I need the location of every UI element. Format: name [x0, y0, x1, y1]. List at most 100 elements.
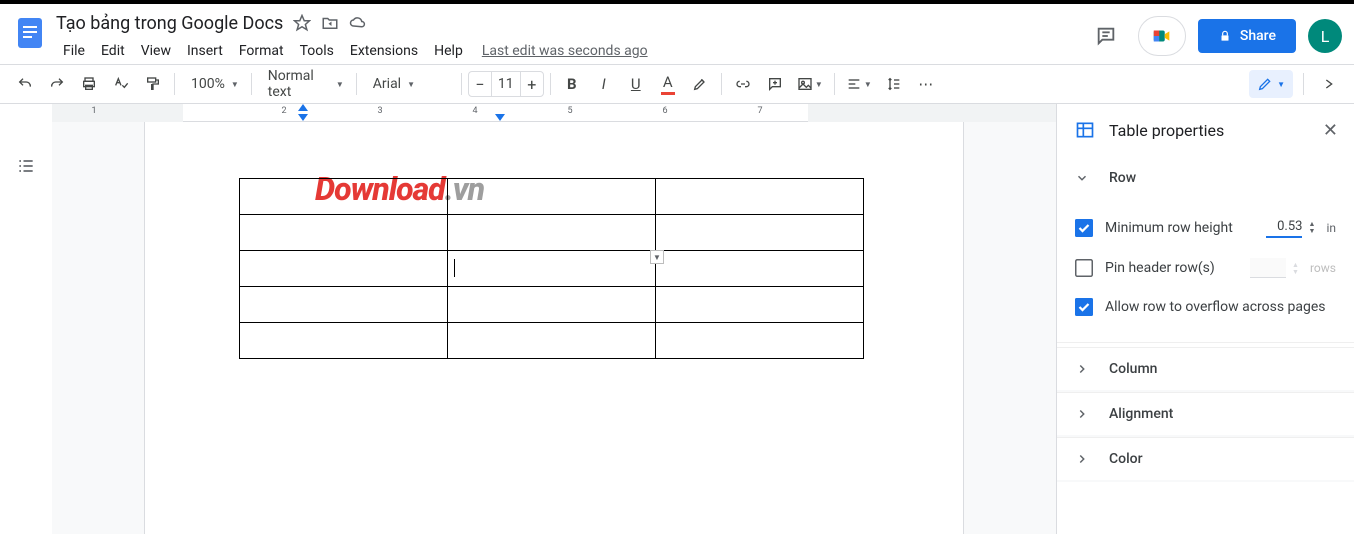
min-height-checkbox[interactable]: [1075, 219, 1093, 237]
ruler-margin-left: [52, 104, 183, 122]
ruler-right-indent-marker[interactable]: [495, 114, 505, 121]
more-button[interactable]: ⋯: [911, 70, 941, 98]
text-cursor: [454, 259, 455, 277]
min-height-input[interactable]: [1266, 217, 1302, 238]
user-avatar[interactable]: L: [1308, 19, 1342, 53]
style-select[interactable]: Normal text▼: [258, 70, 350, 98]
overflow-label: Allow row to overflow across pages: [1105, 299, 1336, 315]
chevron-down-icon: ▼: [231, 80, 239, 89]
chevron-down-icon: ▼: [815, 80, 823, 89]
font-select[interactable]: Arial▼: [363, 70, 455, 98]
toolbar: 100%▼ Normal text▼ Arial▼ − + B I U A ▼ …: [0, 64, 1354, 104]
menu-insert[interactable]: Insert: [180, 39, 230, 63]
meet-button[interactable]: [1138, 16, 1186, 56]
underline-button[interactable]: U: [621, 70, 651, 98]
table-row: [240, 323, 864, 359]
highlight-button[interactable]: [685, 70, 715, 98]
ruler-margin-right: [808, 104, 1056, 122]
ruler-number: 6: [662, 106, 667, 116]
line-spacing-button[interactable]: [879, 70, 909, 98]
editing-mode-button[interactable]: ▼: [1249, 70, 1293, 98]
separator: [550, 73, 551, 95]
insert-link-button[interactable]: [728, 70, 758, 98]
separator: [251, 73, 252, 95]
share-button[interactable]: Share: [1198, 19, 1296, 53]
decrease-font-button[interactable]: −: [469, 72, 491, 96]
chevron-right-icon: [1075, 362, 1093, 376]
separator: [834, 73, 835, 95]
italic-button[interactable]: I: [589, 70, 619, 98]
section-color-header[interactable]: Color: [1057, 437, 1354, 480]
add-comment-button[interactable]: [760, 70, 790, 98]
table-row: [240, 179, 864, 215]
comment-history-icon[interactable]: [1086, 16, 1126, 56]
min-height-stepper[interactable]: ▲▼: [1308, 221, 1320, 234]
menu-edit[interactable]: Edit: [94, 39, 132, 63]
pin-rows-stepper: ▲▼: [1292, 262, 1304, 275]
left-rail: [0, 104, 52, 534]
font-size-input[interactable]: [491, 72, 521, 96]
section-alignment-header[interactable]: Alignment: [1057, 392, 1354, 435]
last-edit-link[interactable]: Last edit was seconds ago: [482, 43, 648, 59]
pin-header-checkbox[interactable]: [1075, 259, 1093, 277]
document-table[interactable]: ▼: [239, 178, 864, 359]
lock-icon: [1218, 29, 1232, 43]
table-properties-panel: Table properties ✕ Row Minimum row heigh…: [1056, 104, 1354, 534]
ruler[interactable]: 1 2 3 4 5 6 7: [52, 104, 1056, 122]
ruler-first-line-marker[interactable]: [298, 104, 308, 111]
pin-header-label: Pin header row(s): [1105, 260, 1238, 276]
redo-button[interactable]: [42, 70, 72, 98]
close-panel-button[interactable]: ✕: [1323, 120, 1338, 141]
docs-logo[interactable]: [8, 10, 52, 50]
print-button[interactable]: [74, 70, 104, 98]
ruler-indent-marker[interactable]: [298, 114, 308, 121]
pin-rows-unit: rows: [1310, 261, 1336, 275]
chevron-right-icon: [1075, 407, 1093, 421]
section-column-header[interactable]: Column: [1057, 347, 1354, 390]
section-row: Row Minimum row height ▲▼ in Pin header …: [1057, 157, 1354, 343]
menu-help[interactable]: Help: [427, 39, 470, 63]
table-row: ▼: [240, 251, 864, 287]
text-color-button[interactable]: A: [653, 70, 683, 98]
menu-bar: File Edit View Insert Format Tools Exten…: [56, 36, 648, 66]
ruler-number: 7: [757, 106, 762, 116]
main-area: 1 2 3 4 5 6 7 Download.vn ▼ Table prope: [0, 104, 1354, 534]
ruler-number: 1: [91, 106, 96, 116]
menu-file[interactable]: File: [56, 39, 92, 63]
increase-font-button[interactable]: +: [521, 72, 543, 96]
star-icon[interactable]: [293, 14, 311, 32]
chevron-down-icon: ▼: [864, 80, 872, 89]
paint-format-button[interactable]: [138, 70, 168, 98]
ruler-number: 3: [377, 106, 382, 116]
separator: [174, 73, 175, 95]
pin-rows-input: [1250, 258, 1286, 278]
cloud-icon[interactable]: [349, 14, 367, 32]
chevron-down-icon: ▼: [407, 80, 415, 89]
bold-button[interactable]: B: [557, 70, 587, 98]
ruler-number: 5: [567, 106, 572, 116]
document-page[interactable]: Download.vn ▼: [144, 122, 964, 534]
spellcheck-button[interactable]: [106, 70, 136, 98]
undo-button[interactable]: [10, 70, 40, 98]
insert-image-button[interactable]: ▼: [792, 70, 828, 98]
menu-format[interactable]: Format: [232, 39, 291, 63]
menu-extensions[interactable]: Extensions: [343, 39, 425, 63]
collapse-sidebar-button[interactable]: [1314, 70, 1344, 98]
min-height-label: Minimum row height: [1105, 220, 1254, 236]
overflow-checkbox[interactable]: [1075, 298, 1093, 316]
font-size-group: − +: [468, 71, 544, 97]
align-button[interactable]: ▼: [841, 70, 877, 98]
table-icon: [1073, 118, 1097, 142]
section-row-header[interactable]: Row: [1057, 157, 1354, 199]
table-row: [240, 215, 864, 251]
move-icon[interactable]: [321, 14, 339, 32]
table-row: [240, 287, 864, 323]
chevron-right-icon: [1075, 452, 1093, 466]
chevron-down-icon: [1075, 171, 1093, 185]
menu-tools[interactable]: Tools: [293, 39, 341, 63]
menu-view[interactable]: View: [134, 39, 178, 63]
document-title[interactable]: Tạo bảng trong Google Docs: [56, 13, 283, 34]
canvas[interactable]: 1 2 3 4 5 6 7 Download.vn ▼: [52, 104, 1056, 534]
zoom-select[interactable]: 100%▼: [181, 70, 245, 98]
outline-toggle-button[interactable]: [12, 152, 40, 180]
